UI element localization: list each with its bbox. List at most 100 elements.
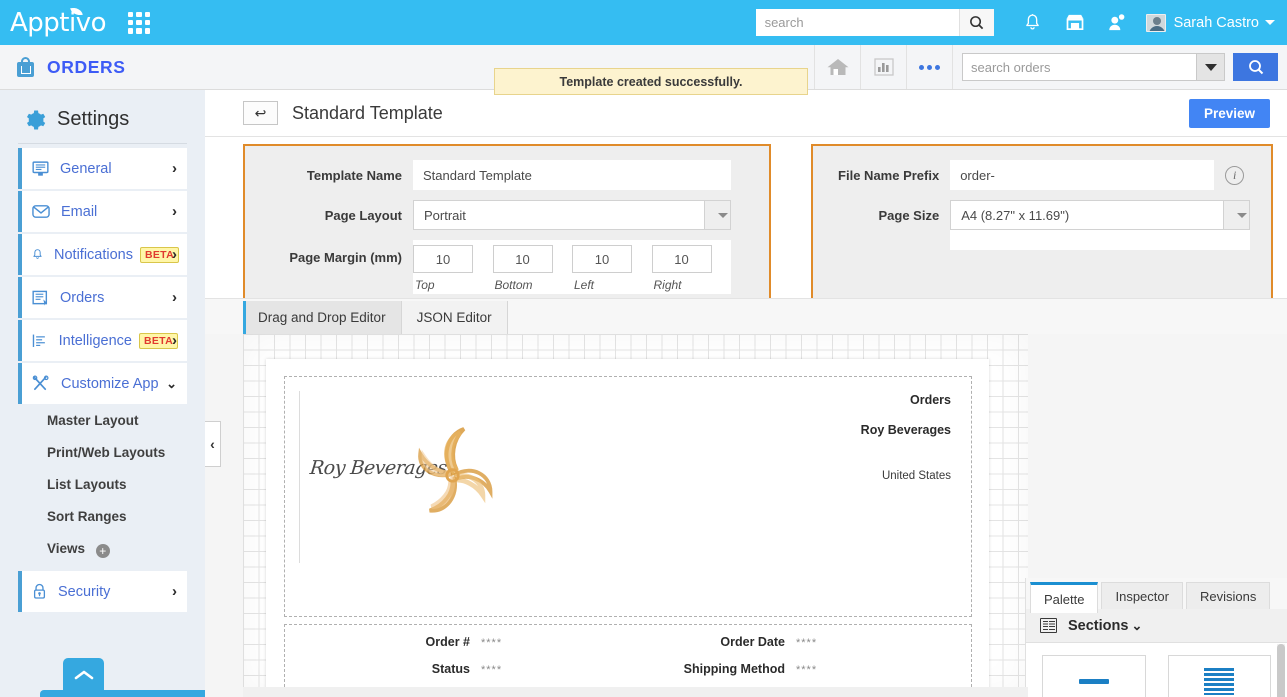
field-key: Status [431,662,470,676]
orders-search-dropdown[interactable] [1196,54,1224,80]
sidebar-divider [18,143,187,144]
sidebar-subitem-views[interactable]: Views + [47,541,205,558]
store-button[interactable] [1058,8,1092,38]
field-page-size: Page Size A4 (8.27" x 11.69") [813,200,1271,230]
bell-icon [1026,14,1039,30]
chevron-down-icon [1204,63,1217,71]
page-header: ↩ Standard Template Preview [205,90,1287,137]
margin-bottom-cell: Bottom [492,245,573,292]
page-size-value: A4 (8.27" x 11.69") [961,207,1070,223]
notifications-bell-button[interactable] [1016,8,1050,38]
tab-json-editor[interactable]: JSON Editor [401,301,508,334]
palette-items-grid: Line One Column Two Column Three Column … [1026,643,1287,697]
back-button[interactable]: ↩ [243,101,278,125]
canvas-grid[interactable]: Roy Beverages Orders Roy Beverages Unite… [243,334,1028,697]
apptivo-logo[interactable]: Apptivo [10,5,107,38]
sidebar-item-label: Security [58,583,111,600]
orders-search-input[interactable] [963,54,1196,80]
palette-item-line[interactable]: Line [1042,655,1146,697]
global-search-button[interactable] [958,9,994,36]
template-name-input[interactable]: Standard Template [413,160,731,190]
field-value: **** [796,637,818,649]
template-paper[interactable]: Roy Beverages Orders Roy Beverages Unite… [266,359,989,697]
field-key: Shipping Method [683,662,785,676]
sidebar-subitem-master-layout[interactable]: Master Layout [47,413,205,428]
field-page-margin: Page Margin (mm) Top Bottom Left [245,240,769,294]
module-title-group[interactable]: ORDERS [17,57,125,78]
chevron-right-icon: › [172,583,177,600]
chevron-down-icon[interactable] [1223,201,1250,229]
orders-search-group [952,45,1287,89]
field-status: Status **** [285,662,615,676]
document-header-section[interactable]: Roy Beverages Orders Roy Beverages Unite… [284,376,972,617]
tab-revisions[interactable]: Revisions [1185,582,1271,609]
reports-button[interactable] [860,45,906,89]
orders-search-button[interactable] [1233,53,1278,81]
field-key: Order Date [720,635,785,649]
sidebar-item-intelligence[interactable]: Intelligence BETA › [18,320,187,361]
add-user-button[interactable] [1100,8,1134,38]
main-content: ↩ Standard Template Preview Template Nam… [205,90,1287,697]
sidebar-collapse-handle[interactable]: ‹ [205,421,221,467]
global-search-input[interactable] [755,9,959,36]
margin-right-input[interactable] [651,245,712,273]
sidebar-item-security[interactable]: Security › [18,571,187,612]
margin-left-cell: Left [572,245,652,292]
user-name[interactable]: Sarah Castro [1174,15,1259,31]
margin-bottom-input[interactable] [492,245,553,273]
chevron-down-icon[interactable] [704,201,730,229]
sidebar-item-general[interactable]: General › [18,148,187,189]
store-icon [1066,14,1083,31]
sidebar-subitems: Master Layout Print/Web Layouts List Lay… [0,413,205,558]
margin-left-label: Left [574,278,595,292]
file-name-prefix-input[interactable]: order- [950,160,1215,190]
chevron-down-icon[interactable] [1265,20,1275,25]
sidebar-title: Settings [57,108,130,130]
sidebar-item-orders[interactable]: Orders › [18,277,187,318]
preview-button[interactable]: Preview [1188,98,1270,128]
sidebar-subitem-print-web-layouts[interactable]: Print/Web Layouts [47,445,205,460]
tab-inspector[interactable]: Inspector [1101,582,1183,609]
canvas-horizontal-scrollbar[interactable] [243,687,1028,697]
scroll-to-top-button[interactable] [63,658,104,691]
page-size-select[interactable]: A4 (8.27" x 11.69") [950,200,1251,230]
palette-scrollbar[interactable] [1277,644,1285,697]
page-title: Standard Template [292,102,443,123]
sidebar-item-customize-app[interactable]: Customize App ⌄ [18,363,187,404]
document-field-row: Status **** Shipping Method **** [285,662,973,676]
field-shipping-method: Shipping Method **** [615,662,817,676]
field-value: **** [481,637,503,649]
info-icon[interactable]: i [1225,165,1245,185]
sidebar-subitem-sort-ranges[interactable]: Sort Ranges [47,509,205,524]
chevron-right-icon: › [172,160,177,177]
margin-left-input[interactable] [572,245,632,273]
margin-top-input[interactable] [413,245,473,273]
chevron-down-icon[interactable]: ⌄ [1131,618,1142,634]
page-size-spacer [950,230,1251,250]
avatar[interactable] [1145,13,1166,32]
monitor-icon [32,160,49,176]
margin-bottom-label: Bottom [494,278,533,292]
palette-sections-header[interactable]: Sections ⌄ [1026,609,1287,643]
tab-palette[interactable]: Palette [1030,582,1099,613]
tab-drag-and-drop-editor[interactable]: Drag and Drop Editor [243,301,402,334]
editor-canvas-area: Roy Beverages Orders Roy Beverages Unite… [205,334,1287,697]
home-button[interactable] [814,45,860,89]
page-layout-select[interactable]: Portrait [413,200,731,230]
grid-apps-icon[interactable] [128,11,151,34]
sidebar-item-label: General [60,160,112,177]
sidebar-item-email[interactable]: Email › [18,191,187,232]
company-logo-swirl-icon [418,427,493,513]
brand-text: Apptivo [10,7,107,38]
margin-right-cell: Right [651,245,732,292]
sidebar-subitem-list-layouts[interactable]: List Layouts [47,477,205,492]
add-view-icon[interactable]: + [95,544,110,558]
list-icon [32,290,48,306]
palette-item-one-column[interactable]: One Column [1167,655,1271,697]
page-margin-group: Top Bottom Left Right [413,240,731,294]
more-actions-button[interactable] [906,45,952,89]
one-column-icon [1204,667,1235,695]
sidebar-item-notifications[interactable]: Notifications BETA › [18,234,187,275]
document-header-right: Orders Roy Beverages United States [861,393,951,482]
field-label: File Name Prefix [838,167,940,183]
